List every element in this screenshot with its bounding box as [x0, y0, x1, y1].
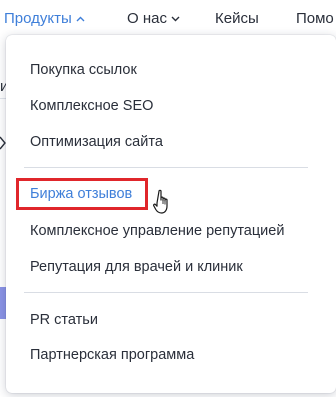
chevron-up-icon [76, 16, 85, 22]
hand-pointer-icon [153, 189, 168, 214]
nav-item-about[interactable]: О нас [127, 9, 180, 29]
menu-item-site-optimization[interactable]: Оптимизация сайта [30, 130, 163, 154]
menu-separator [24, 167, 308, 168]
nav-help-label: Помо [296, 10, 334, 27]
products-dropdown-menu: Покупка ссылок Комплексное SEO Оптимизац… [6, 35, 336, 393]
nav-item-products[interactable]: Продукты [4, 9, 85, 29]
menu-item-complex-seo[interactable]: Комплексное SEO [30, 94, 153, 118]
nav-item-cases[interactable]: Кейсы [215, 9, 259, 29]
highlight-annotation [16, 178, 148, 210]
menu-item-reputation-management[interactable]: Комплексное управление репутацией [30, 219, 284, 243]
nav-cases-label: Кейсы [215, 10, 259, 27]
menu-item-partner-program[interactable]: Партнерская программа [30, 343, 194, 367]
page: Продукты О нас Кейсы Помо и р Покупка сс… [0, 0, 336, 397]
menu-separator [24, 292, 308, 293]
chevron-down-icon [171, 16, 180, 22]
menu-item-link-buying[interactable]: Покупка ссылок [30, 58, 137, 82]
menu-item-pr-articles[interactable]: PR статьи [30, 308, 98, 332]
nav-about-label: О нас [127, 10, 167, 27]
top-navigation: Продукты О нас Кейсы Помо [0, 0, 336, 36]
nav-item-help[interactable]: Помо [296, 9, 334, 29]
menu-item-reputation-doctors[interactable]: Репутация для врачей и клиник [30, 255, 243, 279]
nav-products-label: Продукты [4, 10, 72, 27]
